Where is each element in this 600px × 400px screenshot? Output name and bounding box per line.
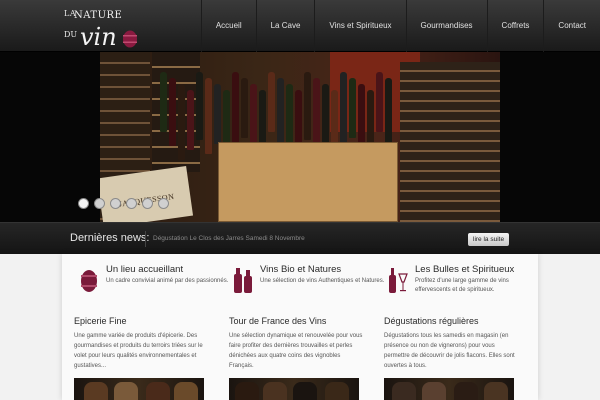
wine-bottle <box>241 78 248 138</box>
column-title: Epicerie Fine <box>74 316 127 326</box>
nav-item-la-cave[interactable]: La Cave <box>255 0 315 52</box>
news-bar: Dernières news: Dégustation Le Clos des … <box>0 222 600 254</box>
column-title: Dégustations régulières <box>384 316 479 326</box>
nav-item-coffrets[interactable]: Coffrets <box>486 0 544 52</box>
feature-desc: Profitez d'une large gamme de vins effer… <box>415 278 509 293</box>
wine-bottle <box>295 90 302 150</box>
wine-bottle <box>322 84 329 144</box>
wine-bottle <box>196 72 203 140</box>
news-divider <box>145 231 146 247</box>
feature-desc: Une sélection de vins Authentiques et Na… <box>260 278 385 284</box>
column-epicerie: Epicerie Fine Une gamme variée de produi… <box>74 316 209 371</box>
column-tour-de-france: Tour de France des Vins Une sélection dy… <box>229 316 364 371</box>
epicerie-thumbnail[interactable] <box>74 378 204 400</box>
slider-dot-1[interactable] <box>78 198 89 209</box>
content-panel: Un lieu accueillant Un cadre convivial a… <box>62 254 538 400</box>
thumb-item <box>293 382 317 400</box>
thumb-item <box>146 382 170 400</box>
thumb-item <box>263 382 287 400</box>
thumb-item <box>325 382 349 400</box>
main-nav: Accueil La Cave Vins et Spiritueux Gourm… <box>200 0 600 52</box>
slider-dot-4[interactable] <box>126 198 137 209</box>
tour-de-france-thumbnail[interactable] <box>229 378 359 400</box>
degustations-thumbnail[interactable] <box>384 378 514 400</box>
nav-item-accueil[interactable]: Accueil <box>200 0 256 52</box>
wine-bottle <box>268 72 275 132</box>
feature-title: Un lieu accueillant <box>106 264 184 275</box>
slider-dot-5[interactable] <box>142 198 153 209</box>
wine-bottle <box>304 72 311 140</box>
content-area: Un lieu accueillant Un cadre convivial a… <box>0 254 600 400</box>
thumb-item <box>84 382 108 400</box>
wine-bottles-icon <box>234 268 252 293</box>
read-more-button[interactable]: lire la suite <box>468 233 510 246</box>
feature-title: Vins Bio et Natures <box>260 264 342 275</box>
wine-bottle <box>385 78 392 146</box>
slider-dot-3[interactable] <box>110 198 121 209</box>
wine-bottle <box>340 72 347 148</box>
thumb-item <box>422 382 446 400</box>
nav-item-contact[interactable]: Contact <box>543 0 600 52</box>
wine-bottle <box>187 90 194 150</box>
feature-desc: Un cadre convivial animé par des passion… <box>106 278 229 284</box>
bottle-glass-icon <box>389 268 408 293</box>
slider-dots <box>78 198 169 209</box>
column-desc: Une sélection dynamique et renouvelée po… <box>229 333 363 369</box>
wine-rack-right <box>400 62 500 222</box>
column-title: Tour de France des Vins <box>229 316 327 326</box>
barrel-icon <box>81 270 97 292</box>
thumb-item <box>454 382 478 400</box>
feature-title: Les Bulles et Spiritueux <box>415 264 515 275</box>
wine-bottle <box>232 72 239 148</box>
news-title: Dernières news: <box>70 232 150 244</box>
wine-bottle <box>376 72 383 132</box>
site-header: LA NATURE DU vin Accueil La Cave Vins et… <box>0 0 600 52</box>
site-logo[interactable]: LA NATURE DU vin <box>60 6 154 50</box>
wine-bottle <box>349 78 356 138</box>
wooden-rack-crate <box>218 142 398 222</box>
thumb-item <box>235 382 259 400</box>
wine-bottle <box>160 72 167 132</box>
thumb-item <box>392 382 416 400</box>
thumb-item <box>484 382 508 400</box>
wine-bottle <box>205 78 212 154</box>
nav-item-gourmandises[interactable]: Gourmandises <box>405 0 487 52</box>
wine-bottle <box>277 78 284 146</box>
wine-bottle <box>169 78 176 146</box>
logo-text-vin: vin <box>80 23 117 51</box>
logo-text-nature: NATURE <box>74 10 123 21</box>
slider-dot-2[interactable] <box>94 198 105 209</box>
slide-wine-cellar-image: JACQUESSON <box>100 52 500 222</box>
news-headline[interactable]: Dégustation Le Clos des Jarres Samedi 8 … <box>153 235 305 242</box>
hero-slider: JACQUESSON <box>0 52 600 222</box>
column-desc: Dégustations tous les samedis en magasin… <box>384 333 515 369</box>
column-desc: Une gamme variée de produits d'épicerie.… <box>74 333 203 369</box>
thumb-item <box>174 382 198 400</box>
logo-barrel-icon <box>123 30 137 48</box>
wine-bottle <box>214 84 221 144</box>
slider-dot-6[interactable] <box>158 198 169 209</box>
wine-bottle <box>178 84 185 160</box>
logo-text-du: DU <box>64 30 78 39</box>
nav-item-vins-spiritueux[interactable]: Vins et Spiritueux <box>314 0 405 52</box>
column-degustations: Dégustations régulières Dégustations tou… <box>384 316 519 371</box>
thumb-item <box>114 382 138 400</box>
